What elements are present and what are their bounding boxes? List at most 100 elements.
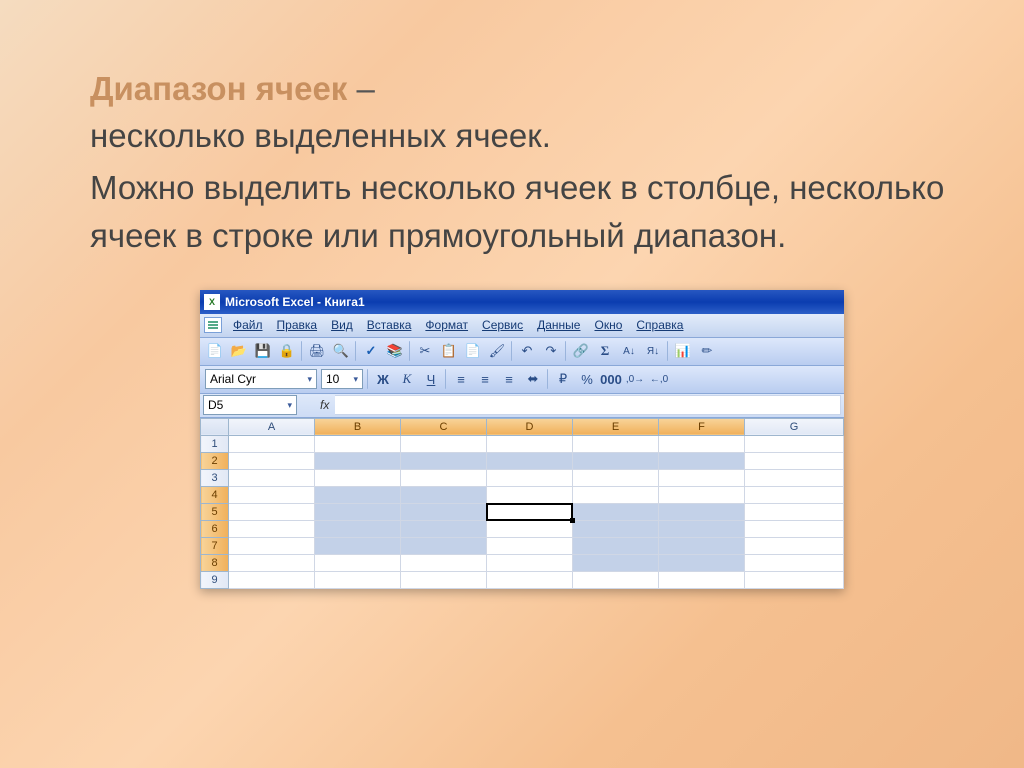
separator-icon bbox=[409, 341, 411, 361]
save-icon[interactable]: 💾 bbox=[252, 340, 274, 362]
cell[interactable] bbox=[573, 520, 659, 537]
row-header-8[interactable]: 8 bbox=[201, 554, 229, 571]
cell[interactable] bbox=[401, 520, 487, 537]
col-header-A[interactable]: A bbox=[229, 418, 315, 435]
underline-button[interactable]: Ч bbox=[420, 368, 442, 390]
italic-button[interactable]: К bbox=[396, 368, 418, 390]
cell[interactable] bbox=[315, 503, 401, 520]
currency-icon[interactable]: ₽ bbox=[552, 368, 574, 390]
active-cell[interactable] bbox=[487, 503, 573, 520]
copy-icon[interactable]: 📋 bbox=[438, 340, 460, 362]
print-preview-icon[interactable]: 🔍 bbox=[330, 340, 352, 362]
row-header-9[interactable]: 9 bbox=[201, 571, 229, 588]
slide-line1: несколько выделенных ячеек. bbox=[90, 112, 954, 160]
percent-icon[interactable]: % bbox=[576, 368, 598, 390]
align-center-icon[interactable]: ≡ bbox=[474, 368, 496, 390]
menu-file[interactable]: Файл bbox=[226, 318, 270, 332]
cell[interactable] bbox=[315, 520, 401, 537]
cell[interactable] bbox=[659, 503, 745, 520]
worksheet-icon[interactable] bbox=[204, 317, 222, 333]
sort-desc-icon[interactable]: Я↓ bbox=[642, 340, 664, 362]
cell[interactable] bbox=[401, 503, 487, 520]
spreadsheet-grid[interactable]: A B C D E F G 1 2 3 4 5 6 7 8 9 bbox=[200, 418, 844, 589]
align-right-icon[interactable]: ≡ bbox=[498, 368, 520, 390]
menu-insert[interactable]: Вставка bbox=[360, 318, 419, 332]
separator-icon bbox=[667, 341, 669, 361]
formula-input[interactable] bbox=[335, 395, 841, 415]
cell[interactable] bbox=[659, 452, 745, 469]
row-header-1[interactable]: 1 bbox=[201, 435, 229, 452]
col-header-F[interactable]: F bbox=[659, 418, 745, 435]
cell[interactable] bbox=[401, 486, 487, 503]
menu-tools[interactable]: Сервис bbox=[475, 318, 530, 332]
separator-icon bbox=[355, 341, 357, 361]
font-selector[interactable]: Arial Cyr ▾ bbox=[205, 369, 317, 389]
print-icon[interactable]: 🖨 bbox=[306, 340, 328, 362]
cell[interactable] bbox=[401, 452, 487, 469]
cell[interactable] bbox=[315, 486, 401, 503]
paste-icon[interactable]: 📄 bbox=[462, 340, 484, 362]
cell[interactable] bbox=[573, 503, 659, 520]
cell[interactable] bbox=[659, 537, 745, 554]
formula-bar: D5 ▾ fx bbox=[200, 394, 844, 418]
row-header-4[interactable]: 4 bbox=[201, 486, 229, 503]
menu-window[interactable]: Окно bbox=[587, 318, 629, 332]
cell[interactable] bbox=[315, 452, 401, 469]
menu-edit[interactable]: Правка bbox=[270, 318, 325, 332]
cell[interactable] bbox=[315, 537, 401, 554]
cell[interactable] bbox=[487, 452, 573, 469]
excel-app-icon bbox=[204, 294, 220, 310]
redo-icon[interactable]: ↷ bbox=[540, 340, 562, 362]
sort-asc-icon[interactable]: A↓ bbox=[618, 340, 640, 362]
cut-icon[interactable]: ✂ bbox=[414, 340, 436, 362]
new-icon[interactable]: 📄 bbox=[204, 340, 226, 362]
permission-icon[interactable]: 🔒 bbox=[276, 340, 298, 362]
row-header-5[interactable]: 5 bbox=[201, 503, 229, 520]
menu-data[interactable]: Данные bbox=[530, 318, 587, 332]
select-all-corner[interactable] bbox=[201, 418, 229, 435]
col-header-G[interactable]: G bbox=[745, 418, 844, 435]
cell[interactable] bbox=[573, 537, 659, 554]
fx-icon[interactable]: fx bbox=[320, 398, 329, 412]
menu-view[interactable]: Вид bbox=[324, 318, 360, 332]
cell[interactable] bbox=[659, 554, 745, 571]
merge-center-icon[interactable]: ⬌ bbox=[522, 368, 544, 390]
chevron-down-icon: ▾ bbox=[307, 374, 312, 385]
undo-icon[interactable]: ↶ bbox=[516, 340, 538, 362]
spellcheck-icon[interactable]: ✓ bbox=[360, 340, 382, 362]
chart-icon[interactable]: 📊 bbox=[672, 340, 694, 362]
open-icon[interactable]: 📂 bbox=[228, 340, 250, 362]
hyperlink-icon[interactable]: 🔗 bbox=[570, 340, 592, 362]
col-header-E[interactable]: E bbox=[573, 418, 659, 435]
font-size-selector[interactable]: 10 ▾ bbox=[321, 369, 363, 389]
fill-handle[interactable] bbox=[570, 518, 575, 523]
row-header-2[interactable]: 2 bbox=[201, 452, 229, 469]
cell[interactable] bbox=[659, 520, 745, 537]
col-header-D[interactable]: D bbox=[487, 418, 573, 435]
row-header-3[interactable]: 3 bbox=[201, 469, 229, 486]
name-box[interactable]: D5 ▾ bbox=[203, 395, 297, 415]
menu-help[interactable]: Справка bbox=[629, 318, 690, 332]
format-painter-icon[interactable]: 🖌 bbox=[486, 340, 508, 362]
excel-window: Microsoft Excel - Книга1 Файл Правка Вид… bbox=[200, 290, 844, 589]
separator-icon bbox=[547, 369, 549, 389]
autosum-icon[interactable]: Σ bbox=[594, 340, 616, 362]
col-header-C[interactable]: C bbox=[401, 418, 487, 435]
cell[interactable] bbox=[573, 452, 659, 469]
menu-format[interactable]: Формат bbox=[418, 318, 475, 332]
bold-button[interactable]: Ж bbox=[372, 368, 394, 390]
cell[interactable] bbox=[573, 554, 659, 571]
slide-title: Диапазон ячеек bbox=[90, 70, 347, 107]
comma-icon[interactable]: 000 bbox=[600, 368, 622, 390]
formatting-toolbar: Arial Cyr ▾ 10 ▾ Ж К Ч ≡ ≡ ≡ ⬌ ₽ % 000 ,… bbox=[200, 366, 844, 394]
research-icon[interactable]: 📚 bbox=[384, 340, 406, 362]
row-header-7[interactable]: 7 bbox=[201, 537, 229, 554]
col-header-B[interactable]: B bbox=[315, 418, 401, 435]
drawing-icon[interactable]: ✏ bbox=[696, 340, 718, 362]
decrease-decimal-icon[interactable]: ←,0 bbox=[648, 368, 670, 390]
separator-icon bbox=[301, 341, 303, 361]
align-left-icon[interactable]: ≡ bbox=[450, 368, 472, 390]
cell[interactable] bbox=[401, 537, 487, 554]
increase-decimal-icon[interactable]: ,0→ bbox=[624, 368, 646, 390]
row-header-6[interactable]: 6 bbox=[201, 520, 229, 537]
